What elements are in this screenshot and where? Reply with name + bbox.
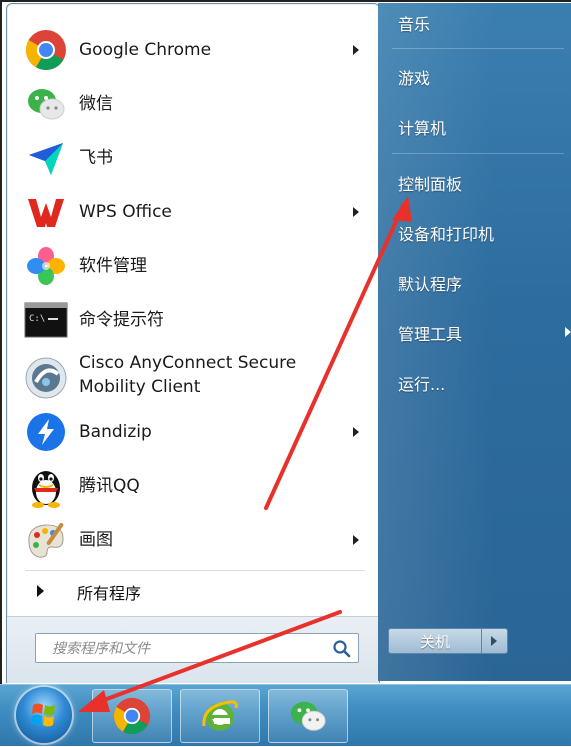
program-item-cmd[interactable]: C:\ 命令提示符 [17,294,373,346]
start-menu-right-panel: 音乐 游戏 计算机 控制面板 设备和打印机 默认程序 管理工具 运行... 关机 [378,3,571,681]
menu-divider [392,153,564,154]
program-label: 飞书 [79,147,113,168]
menu-item-games[interactable]: 游戏 [398,65,430,89]
menu-item-devices-and-printers[interactable]: 设备和打印机 [398,221,494,245]
shutdown-options-button[interactable] [482,628,508,654]
program-label: WPS Office [79,201,172,222]
cmd-icon: C:\ [23,297,69,343]
qq-icon [23,463,69,509]
taskbar-chrome-button[interactable] [92,689,172,743]
program-item-cisco-anyconnect[interactable]: Cisco AnyConnect Secure Mobility Client [17,350,373,406]
expand-arrow-icon [37,585,44,597]
all-programs-label: 所有程序 [77,584,142,603]
start-menu-programs-panel: Google Chrome 微信 飞书 WPS Office 软件管理 C:\ … [6,3,380,683]
start-button[interactable] [16,687,72,743]
program-label: 软件管理 [79,255,147,276]
wechat-icon [290,701,326,731]
windows-logo-icon [31,703,55,727]
submenu-arrow-icon [565,327,571,337]
feishu-icon [23,135,69,181]
taskbar-wechat-button[interactable] [268,689,348,743]
program-label: 画图 [79,529,113,550]
program-item-wechat[interactable]: 微信 [17,78,373,130]
menu-item-administrative-tools[interactable]: 管理工具 [398,321,462,345]
cisco-anyconnect-icon [23,355,69,401]
all-programs-button[interactable]: 所有程序 [25,577,365,607]
chrome-icon [23,27,69,73]
program-item-bandizip[interactable]: Bandizip [17,406,373,458]
program-label: Google Chrome [79,39,212,60]
shutdown-group: 关机 [388,628,508,656]
menu-item-run[interactable]: 运行... [398,371,445,395]
taskbar-ie-button[interactable] [180,689,260,743]
program-item-software-manager[interactable]: 软件管理 [17,240,373,292]
ie-icon [202,700,238,731]
submenu-arrow-icon [353,535,359,545]
menu-item-computer[interactable]: 计算机 [398,115,446,139]
program-label-line2: Mobility Client [79,377,201,397]
menu-item-default-programs[interactable]: 默认程序 [398,271,462,295]
menu-item-music[interactable]: 音乐 [398,11,430,35]
paint-icon [23,517,69,563]
submenu-arrow-icon [353,427,359,437]
program-item-paint[interactable]: 画图 [17,514,373,566]
search-area [7,616,379,683]
svg-text:C:\: C:\ [29,314,45,324]
submenu-arrow-icon [353,45,359,55]
search-input[interactable] [50,637,324,661]
program-label: 命令提示符 [79,309,164,330]
program-label: Bandizip [79,421,152,442]
program-item-qq[interactable]: 腾讯QQ [17,460,373,512]
program-item-feishu[interactable]: 飞书 [17,132,373,184]
program-label: 微信 [79,93,113,114]
program-item-chrome[interactable]: Google Chrome [17,24,373,76]
chrome-icon [113,697,151,735]
submenu-arrow-icon [353,207,359,217]
search-icon[interactable] [332,639,352,659]
program-label: 腾讯QQ [79,475,140,496]
bandizip-icon [23,409,69,455]
shutdown-button[interactable]: 关机 [388,628,482,654]
program-label-line1: Cisco AnyConnect Secure [79,353,297,373]
menu-item-control-panel[interactable]: 控制面板 [398,171,462,195]
menu-divider [25,570,365,571]
wps-icon [23,189,69,235]
wechat-icon [23,81,69,127]
software-manager-icon [23,243,69,289]
search-box [35,633,359,663]
program-item-wps[interactable]: WPS Office [17,186,373,238]
menu-divider [392,48,564,49]
taskbar [0,684,571,746]
